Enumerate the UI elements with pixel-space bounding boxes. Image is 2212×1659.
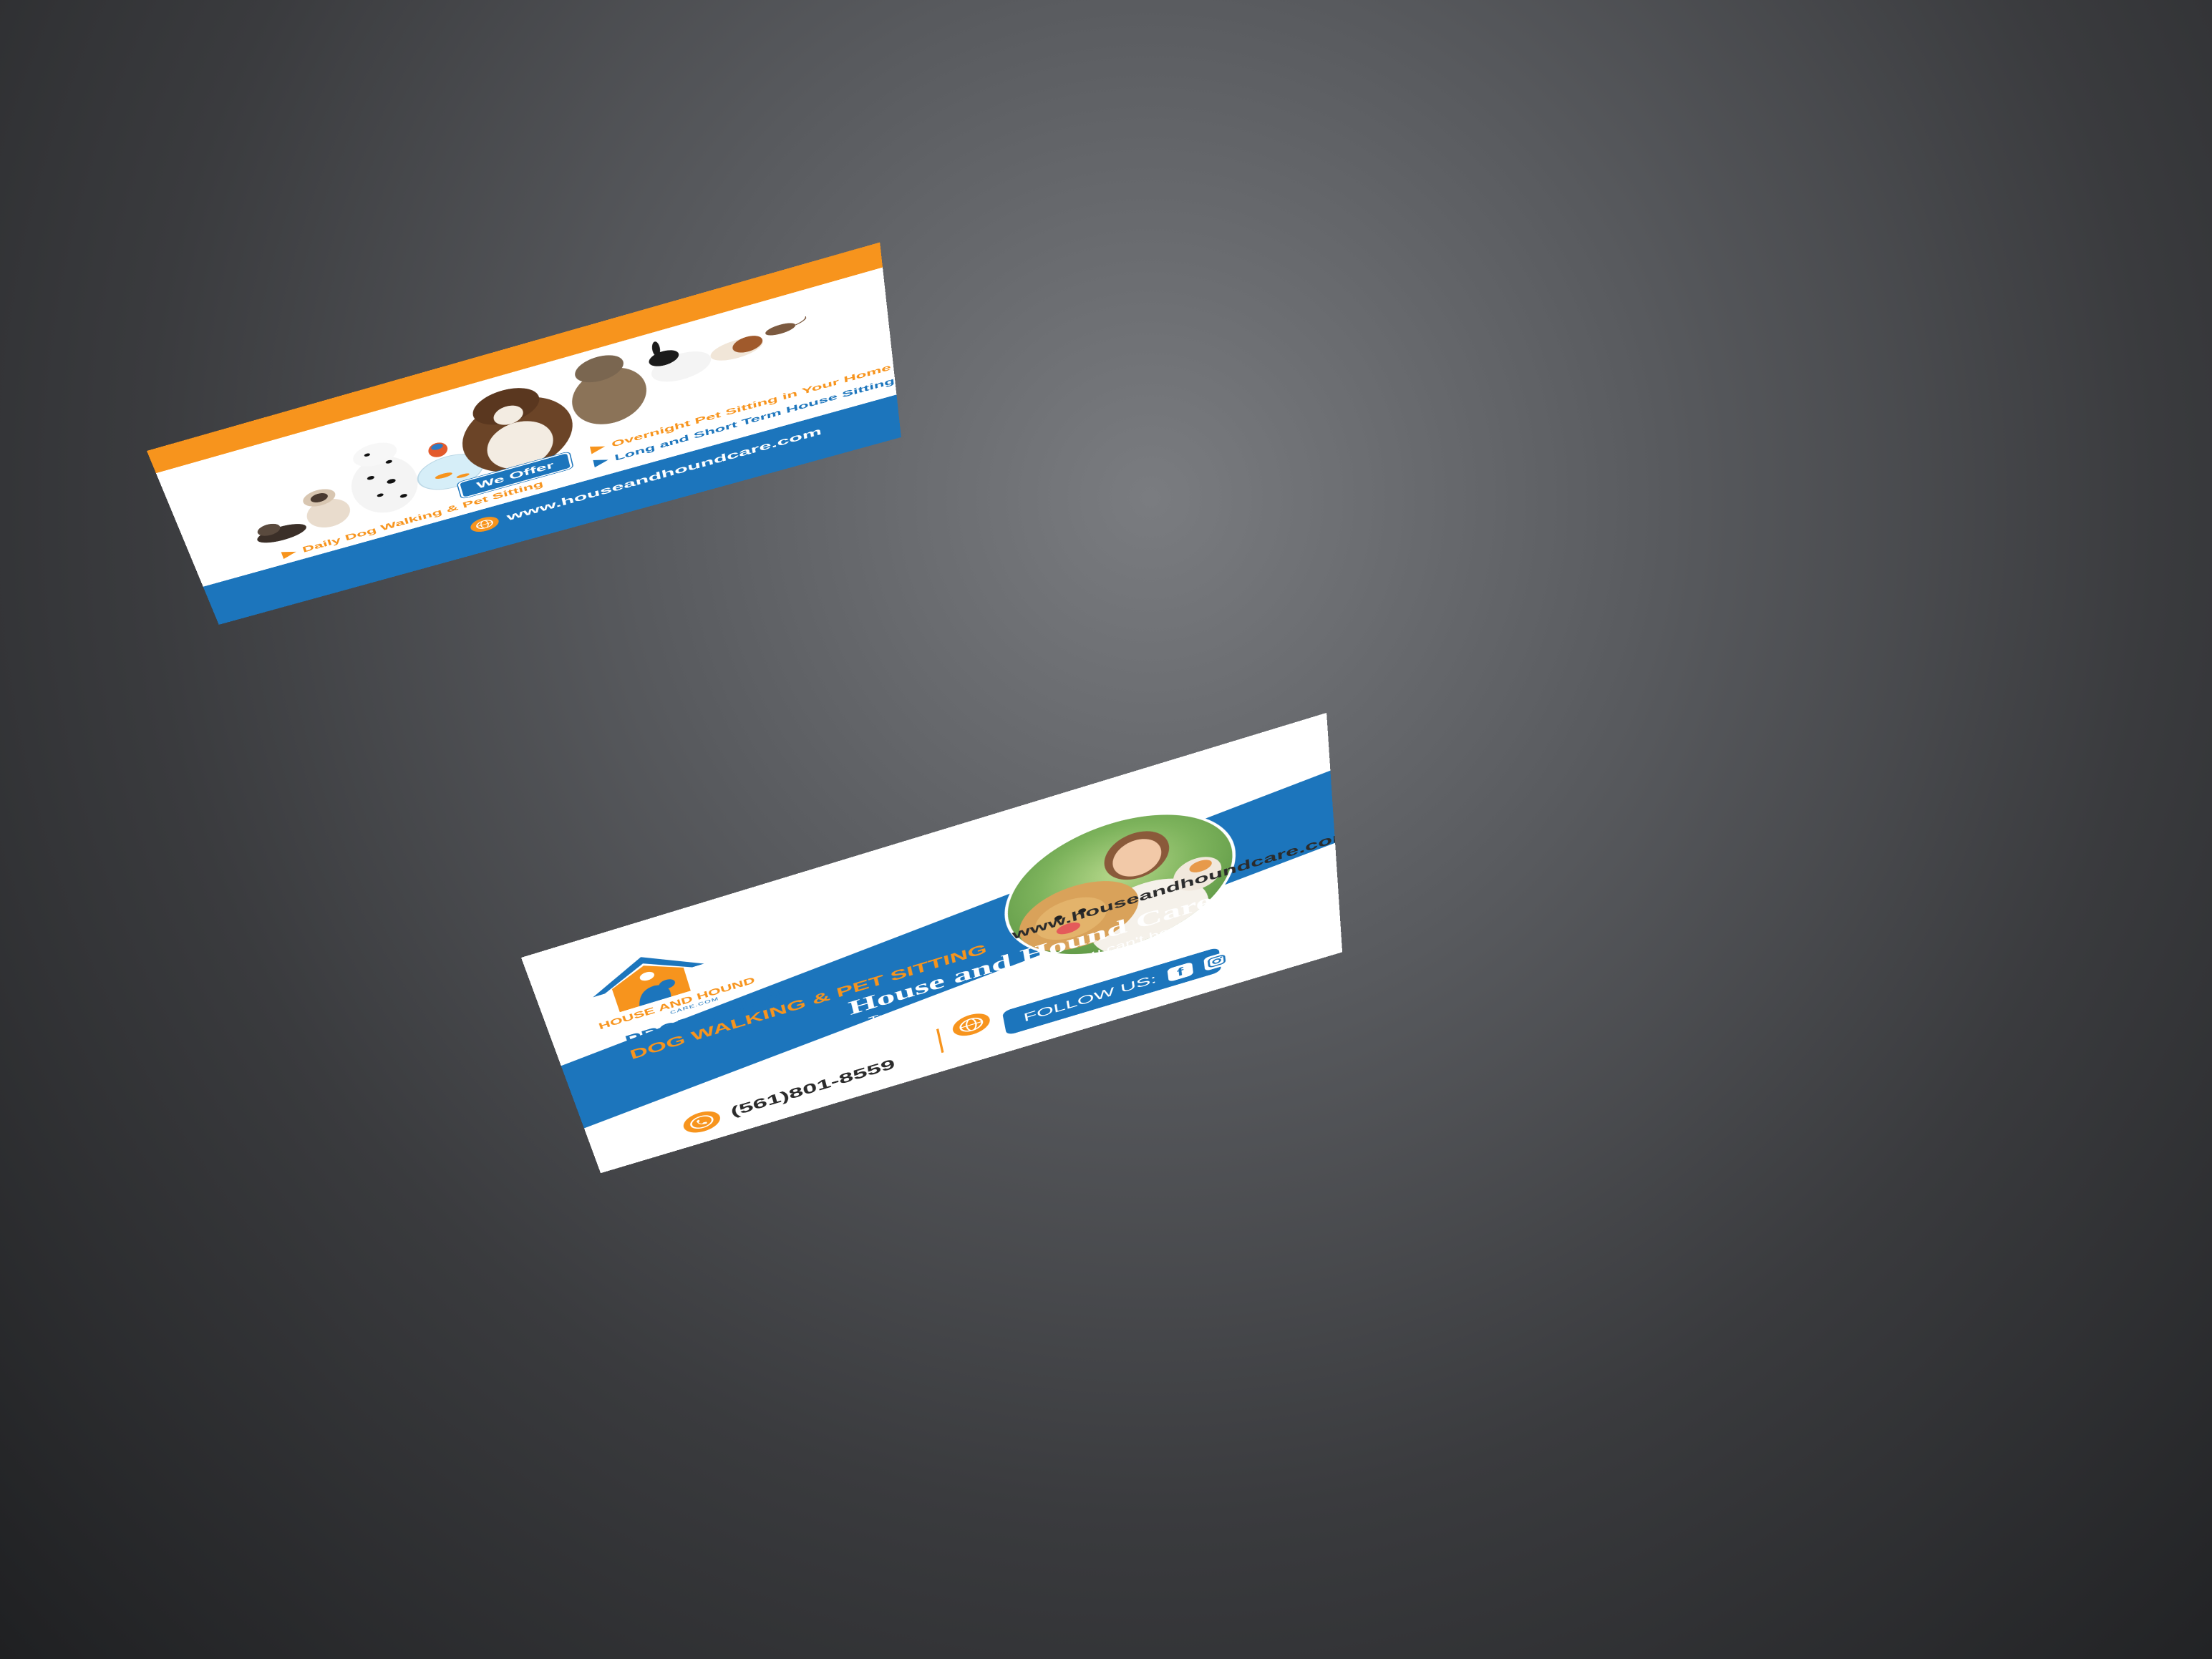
arrow-icon: [593, 456, 608, 467]
dalmatian-icon: [339, 435, 425, 520]
siamese-cat-icon: [299, 483, 354, 532]
globe-website-short: [951, 1006, 1003, 1040]
guinea-pig-icon: [709, 333, 764, 365]
globe-icon: [951, 1010, 991, 1040]
mockup-stage: We Offer Daily Dog Walking & Pet Sitting…: [0, 0, 2212, 1659]
maine-coon-cat-icon: [563, 346, 651, 433]
mouse-icon: [765, 316, 807, 338]
arrow-icon: [281, 548, 298, 559]
ferret-icon: [253, 515, 309, 546]
phone-number[interactable]: (561)801-8559: [729, 1056, 896, 1119]
back-card: HOUSE AND HOUND CARE.COM PROFESSIONAL DO…: [521, 713, 1342, 1173]
facebook-icon[interactable]: f: [1167, 962, 1193, 983]
divider: [936, 1028, 944, 1053]
phone-icon: [681, 1107, 723, 1136]
instagram-icon[interactable]: [1203, 951, 1230, 972]
front-card: We Offer Daily Dog Walking & Pet Sitting…: [147, 243, 901, 625]
rabbit-icon: [645, 327, 713, 387]
